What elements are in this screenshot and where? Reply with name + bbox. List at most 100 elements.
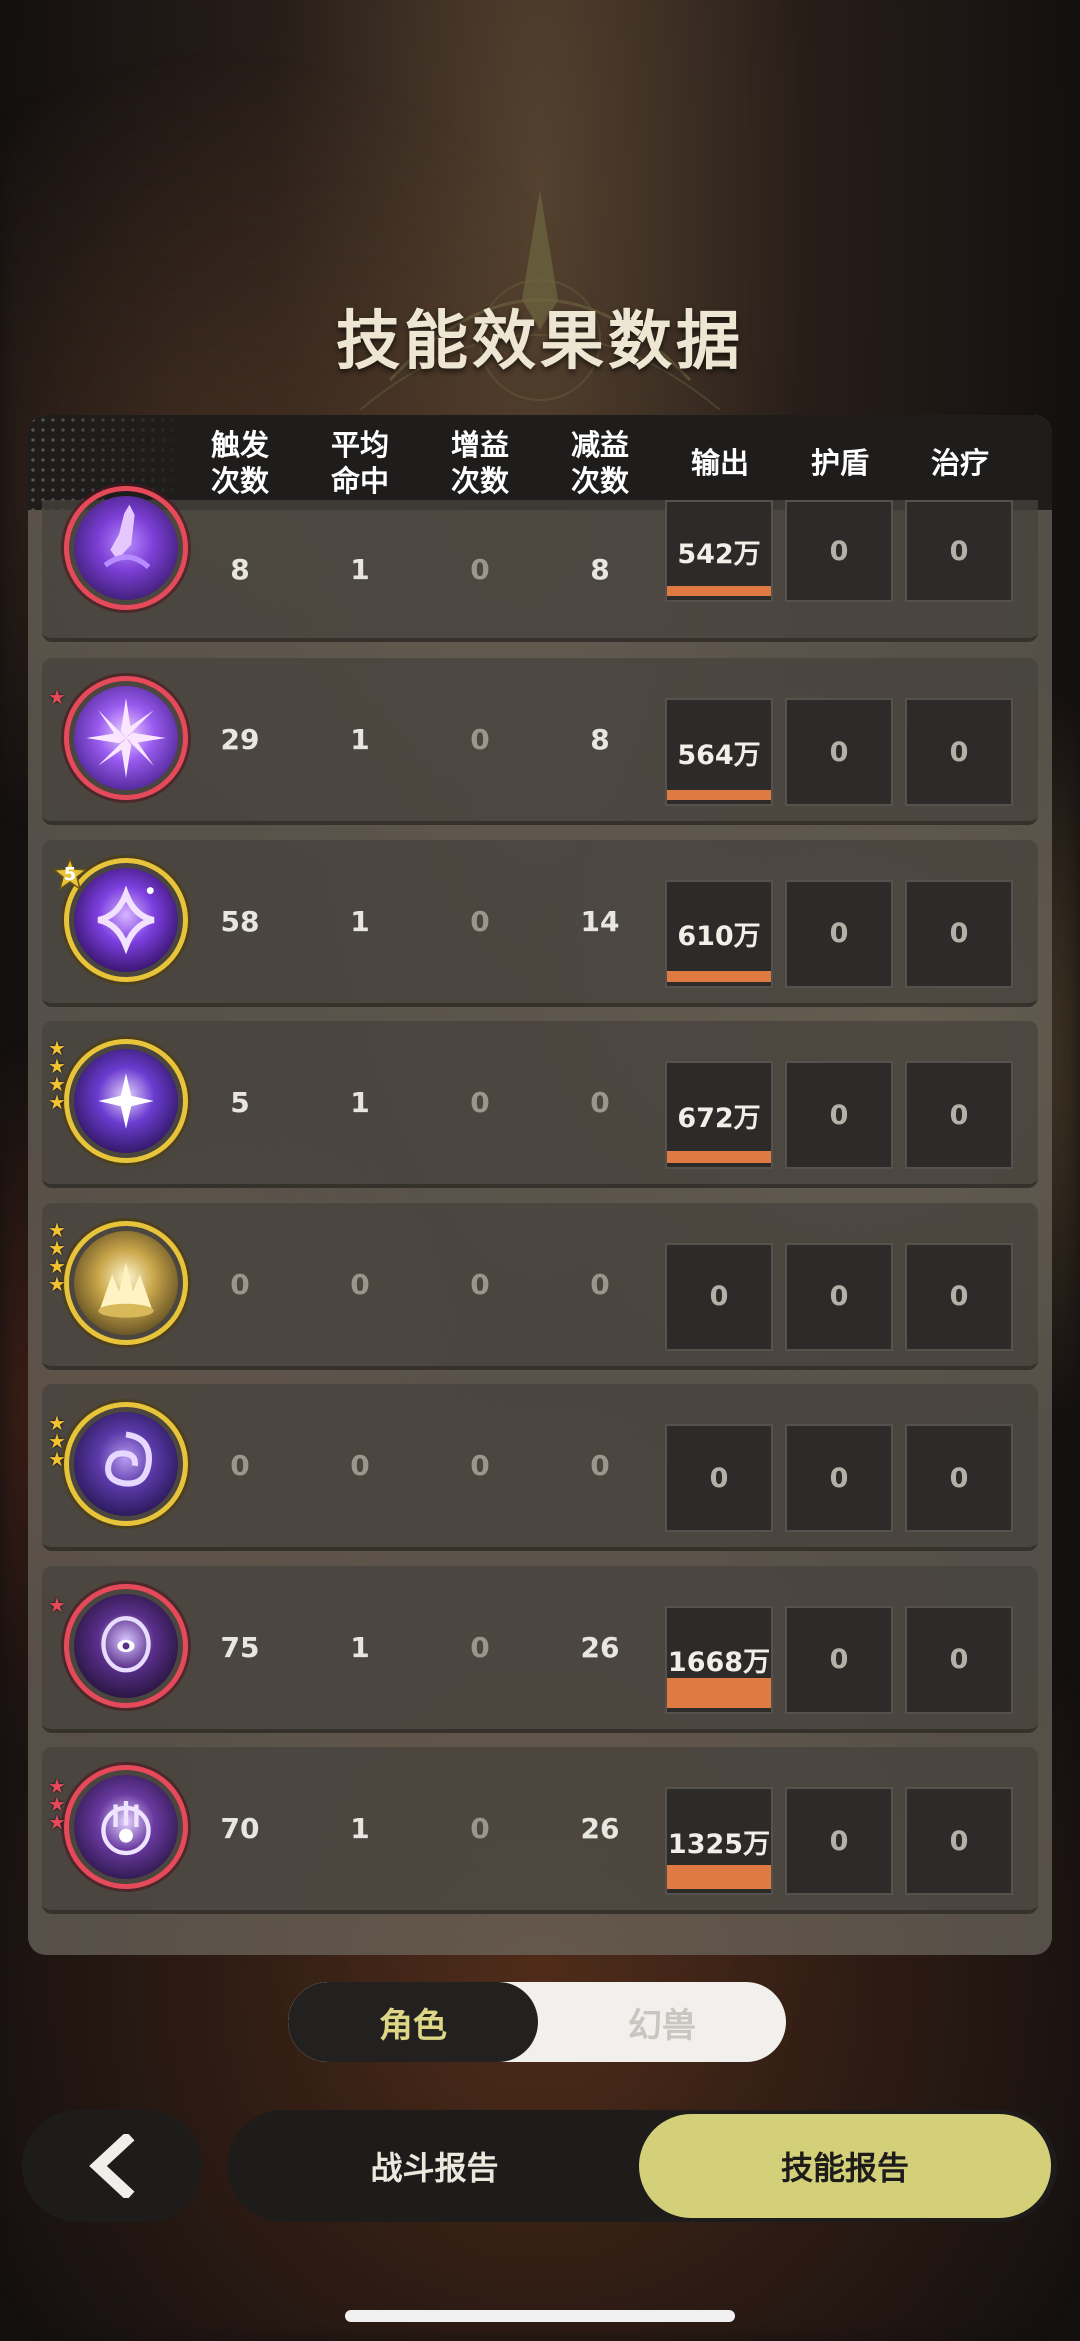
- cell-avg-hit: 1: [350, 1812, 370, 1845]
- star-rank: ★ ★ ★: [48, 1776, 74, 1832]
- star-rank: ★: [48, 1592, 74, 1617]
- cell-trigger-count: 70: [220, 1812, 260, 1845]
- cell-buff-count: 0: [470, 723, 490, 756]
- star-rank: ★ ★ ★ ★: [48, 1220, 74, 1294]
- cell-heal: 0: [905, 1424, 1013, 1532]
- cell-shield: 0: [785, 1424, 893, 1532]
- star-icon: ★: [48, 1090, 66, 1114]
- cell-avg-hit: 1: [350, 552, 370, 586]
- output-value: 610万: [677, 921, 761, 952]
- toggle-role[interactable]: 角色: [288, 1982, 538, 2062]
- output-value: 0: [709, 1462, 729, 1494]
- cell-shield: 0: [785, 1787, 893, 1895]
- cell-output: 564万: [665, 698, 773, 806]
- cell-debuff-count: 8: [590, 723, 610, 756]
- table-row[interactable]: ★ ★ ★ ★ 0 0 0 0 0 0 0: [42, 1202, 1038, 1370]
- heal-value: 0: [949, 1281, 969, 1312]
- header-buff-count: 增益 次数: [450, 427, 509, 498]
- output-proportion-bar: [667, 1677, 771, 1708]
- cell-trigger-count: 0: [230, 1449, 250, 1482]
- purple-burst-skill-icon[interactable]: [64, 676, 188, 800]
- toggle-beast[interactable]: 幻兽: [538, 1982, 786, 2062]
- star-rank: ★ ★ ★: [48, 1413, 74, 1471]
- output-value: 564万: [677, 739, 761, 771]
- star-icon: ★: [48, 685, 66, 709]
- cell-trigger-count: 29: [220, 723, 260, 756]
- heal-value: 0: [949, 535, 969, 567]
- cell-debuff-count: 26: [580, 1812, 620, 1845]
- header-trigger-count: 触发 次数: [210, 427, 269, 498]
- header-output: 输出: [690, 445, 749, 480]
- output-proportion-bar: [667, 586, 771, 596]
- cell-shield: 0: [785, 1605, 893, 1714]
- cell-heal: 0: [905, 879, 1013, 988]
- table-row[interactable]: 8 1 0 8 542万 0 0: [42, 486, 1038, 642]
- cell-buff-count: 0: [470, 1267, 490, 1301]
- purple-fist-skill-icon[interactable]: [64, 486, 188, 610]
- purple-eye-figure-skill-icon[interactable]: [64, 1583, 188, 1708]
- header-debuff-count: 减益 次数: [570, 427, 629, 498]
- cell-avg-hit: 0: [350, 1449, 370, 1482]
- table-row[interactable]: 5 58 1 0 14 610万 0 0: [42, 839, 1038, 1007]
- cell-debuff-count: 0: [590, 1086, 610, 1119]
- tab-battle-report[interactable]: 战斗报告: [227, 2110, 642, 2222]
- cell-trigger-count: 8: [230, 552, 250, 586]
- title-area: 技能效果数据: [0, 160, 1080, 410]
- cell-buff-count: 0: [470, 904, 490, 938]
- cell-avg-hit: 1: [350, 723, 370, 756]
- cell-debuff-count: 8: [590, 552, 610, 586]
- skill-stats-panel[interactable]: 触发 次数 平均 命中 增益 次数 减益 次数 输出 护盾 治疗 8 1 0 8 542…: [28, 415, 1052, 1955]
- page-title: 技能效果数据: [336, 305, 744, 379]
- purple-vortex-skill-icon[interactable]: [64, 1039, 188, 1163]
- cell-heal: 0: [905, 1242, 1013, 1351]
- cell-debuff-count: 26: [580, 1630, 620, 1664]
- cell-heal: 0: [905, 1787, 1013, 1895]
- heal-value: 0: [949, 1462, 969, 1494]
- cell-buff-count: 0: [470, 1086, 490, 1119]
- cell-debuff-count: 0: [590, 1267, 610, 1301]
- heal-value: 0: [949, 1825, 969, 1857]
- star-level-badge: 5: [52, 857, 88, 890]
- cell-avg-hit: 1: [350, 904, 370, 938]
- table-row[interactable]: ★ 29 1 0 8 564万 0 0: [42, 658, 1038, 825]
- output-proportion-bar: [667, 1151, 771, 1163]
- star-rank: ★ ★ ★ ★: [48, 1038, 74, 1114]
- home-indicator[interactable]: [345, 2310, 735, 2322]
- shield-value: 0: [829, 918, 849, 949]
- cell-heal: 0: [905, 500, 1013, 602]
- output-value: 672万: [677, 1102, 761, 1134]
- star-level-value: 5: [63, 863, 77, 885]
- cell-output: 1325万: [665, 1787, 773, 1895]
- back-button[interactable]: [22, 2110, 202, 2222]
- output-proportion-bar: [667, 970, 771, 982]
- role-beast-toggle[interactable]: 角色 幻兽: [288, 1982, 786, 2062]
- tab-skill-report[interactable]: 技能报告: [639, 2114, 1051, 2218]
- cell-buff-count: 0: [470, 1630, 490, 1664]
- shield-value: 0: [829, 736, 849, 768]
- table-row[interactable]: ★ ★ ★ 0 0 0 0 0 0 0: [42, 1384, 1038, 1551]
- cell-trigger-count: 0: [230, 1267, 250, 1301]
- output-value: 0: [709, 1281, 729, 1312]
- cell-buff-count: 0: [470, 1449, 490, 1482]
- purple-rune-skill-icon[interactable]: [64, 1765, 188, 1889]
- purple-swirl-skill-icon[interactable]: [64, 1402, 188, 1526]
- cell-output: 672万: [665, 1061, 773, 1169]
- cell-heal: 0: [905, 1605, 1013, 1714]
- cell-output: 0: [665, 1242, 773, 1351]
- table-row[interactable]: ★ ★ ★ 70 1 0 26 1325万 0 0: [42, 1747, 1038, 1914]
- star-icon: ★: [48, 1592, 66, 1617]
- output-value: 542万: [677, 538, 761, 570]
- cell-output: 0: [665, 1424, 773, 1532]
- table-row[interactable]: ★ 75 1 0 26 1668万 0 0: [42, 1565, 1038, 1733]
- table-row[interactable]: ★ ★ ★ ★ 5 1 0 0 672万 0 0: [42, 1021, 1038, 1188]
- star-icon: ★: [48, 1447, 66, 1471]
- shield-value: 0: [829, 1644, 849, 1675]
- cell-avg-hit: 1: [350, 1630, 370, 1664]
- heal-value: 0: [949, 1644, 969, 1675]
- shield-value: 0: [829, 535, 849, 567]
- cell-avg-hit: 0: [350, 1267, 370, 1301]
- cell-avg-hit: 1: [350, 1086, 370, 1119]
- cell-output: 542万: [665, 500, 773, 602]
- output-value: 1325万: [667, 1828, 771, 1860]
- golden-flame-skill-icon[interactable]: [64, 1220, 188, 1345]
